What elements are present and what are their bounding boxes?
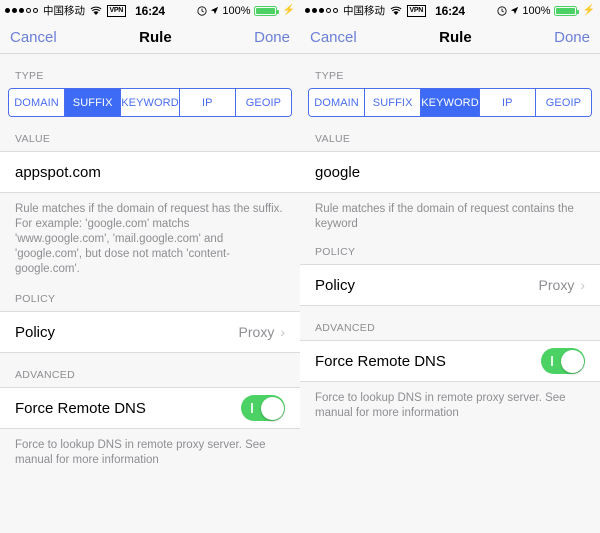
battery-icon (253, 5, 279, 16)
segment-geoip[interactable]: GEOIP (235, 89, 291, 116)
dual-screenshot-container: 中国移动 VPN 16:24 100% ⚡ Cancel Rule Done T… (0, 0, 600, 533)
force-remote-dns-toggle[interactable] (541, 348, 585, 374)
advanced-footnote: Force to lookup DNS in remote proxy serv… (315, 392, 566, 419)
type-segmented-control[interactable]: DOMAIN SUFFIX KEYWORD IP GEOIP (308, 88, 592, 117)
wifi-icon (390, 6, 402, 16)
navigation-bar: Cancel Rule Done (300, 21, 600, 54)
alarm-clock-icon (197, 5, 207, 16)
segment-domain[interactable]: DOMAIN (309, 89, 366, 116)
status-bar-left: 中国移动 VPN (5, 3, 126, 18)
value-input-cell[interactable]: appspot.com (0, 151, 300, 193)
cancel-button[interactable]: Cancel (310, 29, 357, 46)
segment-domain[interactable]: DOMAIN (9, 89, 66, 116)
value-input[interactable]: google (315, 164, 360, 181)
policy-value-group: Proxy › (539, 277, 585, 293)
policy-section-header: POLICY (15, 293, 56, 305)
toggle-knob (560, 349, 584, 373)
status-bar-right: 100% ⚡ (177, 5, 295, 17)
toggle-knob (260, 396, 284, 420)
segment-keyword[interactable]: KEYWORD (421, 89, 480, 116)
page-title: Rule (139, 28, 172, 46)
type-segmented-control-wrapper: DOMAIN SUFFIX KEYWORD IP GEOIP (300, 88, 600, 117)
cancel-button[interactable]: Cancel (10, 29, 57, 46)
segment-keyword[interactable]: KEYWORD (121, 89, 180, 116)
value-section-header: VALUE (315, 133, 351, 145)
status-bar-left: 中国移动 VPN (305, 3, 426, 18)
battery-percent-label: 100% (522, 4, 551, 17)
type-section-header: TYPE (315, 70, 344, 82)
type-segmented-control-wrapper: DOMAIN SUFFIX KEYWORD IP GEOIP (0, 88, 300, 117)
status-bar-right: 100% ⚡ (477, 5, 595, 17)
policy-label: Policy (315, 276, 356, 294)
value-footnote: Rule matches if the domain of request co… (315, 203, 574, 230)
settings-content: TYPE DOMAIN SUFFIX KEYWORD IP GEOIP VALU… (0, 54, 300, 533)
navigation-bar: Cancel Rule Done (0, 21, 300, 54)
alarm-clock-icon (497, 5, 507, 16)
status-bar: 中国移动 VPN 16:24 100% ⚡ (300, 0, 600, 21)
value-input-cell[interactable]: google (300, 151, 600, 193)
policy-value: Proxy (238, 324, 275, 340)
location-arrow-icon (510, 6, 519, 15)
force-remote-dns-toggle[interactable] (241, 395, 285, 421)
phone-screen-left: 中国移动 VPN 16:24 100% ⚡ Cancel Rule Done T… (0, 0, 300, 533)
done-button[interactable]: Done (254, 29, 290, 46)
toggle-on-tick-icon (251, 403, 253, 413)
type-segmented-control[interactable]: DOMAIN SUFFIX KEYWORD IP GEOIP (8, 88, 292, 117)
force-remote-dns-label: Force Remote DNS (315, 352, 446, 370)
carrier-name: 中国移动 (343, 5, 385, 17)
value-section-header: VALUE (15, 133, 51, 145)
lightning-bolt-icon: ⚡ (282, 5, 295, 16)
segment-geoip[interactable]: GEOIP (535, 89, 591, 116)
force-remote-dns-row[interactable]: Force Remote DNS (0, 387, 300, 429)
segment-ip[interactable]: IP (179, 89, 236, 116)
type-section-header: TYPE (15, 70, 44, 82)
policy-row[interactable]: Policy Proxy › (0, 311, 300, 353)
location-arrow-icon (210, 6, 219, 15)
segment-suffix[interactable]: SUFFIX (365, 89, 422, 116)
settings-content: TYPE DOMAIN SUFFIX KEYWORD IP GEOIP VALU… (300, 54, 600, 533)
policy-value: Proxy (538, 277, 575, 293)
wifi-icon (90, 6, 102, 16)
battery-icon (553, 5, 579, 16)
policy-row[interactable]: Policy Proxy › (300, 264, 600, 306)
segment-suffix[interactable]: SUFFIX (65, 89, 122, 116)
battery-percent-label: 100% (222, 4, 251, 17)
advanced-section-header: ADVANCED (15, 369, 75, 381)
force-remote-dns-label: Force Remote DNS (15, 399, 146, 417)
chevron-right-icon: › (580, 277, 585, 293)
toggle-on-tick-icon (551, 356, 553, 366)
advanced-footnote: Force to lookup DNS in remote proxy serv… (15, 439, 266, 466)
page-title: Rule (439, 28, 472, 46)
segment-ip[interactable]: IP (479, 89, 536, 116)
status-bar: 中国移动 VPN 16:24 100% ⚡ (0, 0, 300, 21)
policy-value-group: Proxy › (239, 324, 285, 340)
lightning-bolt-icon: ⚡ (582, 5, 595, 16)
done-button[interactable]: Done (554, 29, 590, 46)
value-input[interactable]: appspot.com (15, 164, 101, 181)
policy-label: Policy (15, 323, 56, 341)
policy-section-header: POLICY (315, 246, 356, 258)
carrier-name: 中国移动 (43, 5, 85, 17)
advanced-section-header: ADVANCED (315, 322, 375, 334)
signal-strength-dots-icon (5, 8, 38, 13)
signal-strength-dots-icon (305, 8, 338, 13)
force-remote-dns-row[interactable]: Force Remote DNS (300, 340, 600, 382)
chevron-right-icon: › (280, 324, 285, 340)
phone-screen-right: 中国移动 VPN 16:24 100% ⚡ Cancel Rule Done T… (300, 0, 600, 533)
status-bar-clock: 16:24 (435, 3, 465, 18)
value-footnote: Rule matches if the domain of request ha… (15, 203, 283, 275)
status-bar-clock: 16:24 (135, 3, 165, 18)
